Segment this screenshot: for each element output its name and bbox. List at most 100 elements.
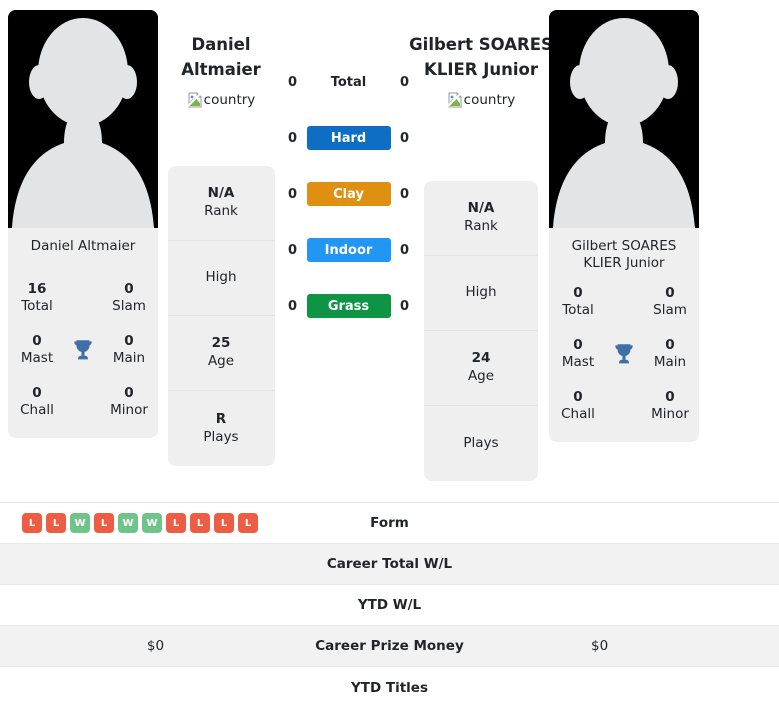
player-title-line2: KLIER Junior [424, 60, 538, 79]
form-badge-list: LLWLWWLLLL [22, 513, 258, 533]
player-photo-right [549, 10, 699, 228]
country-alt-text: country [463, 92, 516, 108]
surface-row-indoor: 0 Indoor 0 [276, 236, 421, 264]
career-prize-money-left: $0 [146, 638, 165, 654]
titles-chall-left: 0 Chall [8, 385, 66, 419]
surface-grass-right-value: 0 [399, 298, 410, 314]
surface-grass-left-value: 0 [287, 298, 298, 314]
form-badge-win: W [142, 513, 162, 533]
titles-chall-value: 0 [573, 389, 583, 406]
form-badge-win: W [70, 513, 90, 533]
stat-label-ytd-titles: YTD Titles [351, 679, 428, 696]
surface-hard-label[interactable]: Hard [306, 126, 391, 150]
titles-grid-left: 16 Total 0 Slam 0 Mast 0 Main 0 Chall 0 … [8, 272, 158, 438]
titles-mast-label: Mast [20, 350, 54, 366]
info-rank-value: N/A [207, 185, 235, 202]
surface-clay-label[interactable]: Clay [306, 182, 391, 206]
player-info-column-right: Gilbert SOARES KLIER Junior country N/A … [409, 10, 553, 481]
stat-label-form: Form [370, 515, 409, 531]
titles-main-left: 0 Main [100, 333, 158, 367]
titles-minor-label: Minor [651, 406, 689, 422]
titles-mast-right: 0 Mast [549, 337, 607, 371]
titles-mast-left: 0 Mast [8, 333, 66, 367]
country-alt-text: country [203, 92, 256, 108]
form-cell-left: LLWLWWLLLL [0, 513, 311, 533]
info-high-label: High [465, 284, 497, 301]
surface-indoor-left-value: 0 [287, 242, 298, 258]
surface-row-total: 0 Total 0 [276, 68, 421, 96]
form-badge-loss: L [190, 513, 210, 533]
titles-chall-label: Chall [20, 402, 54, 418]
info-row-age-right: 24 Age [424, 331, 538, 406]
table-row-career-prize-money: $0 Career Prize Money $0 [0, 626, 779, 667]
player-photo-left [8, 10, 158, 228]
titles-mast-value: 0 [32, 333, 42, 350]
titles-chall-value: 0 [32, 385, 42, 402]
surface-hard-left-value: 0 [287, 130, 298, 146]
info-age-value: 24 [471, 350, 491, 367]
surface-indoor-label[interactable]: Indoor [306, 238, 391, 262]
form-badge-loss: L [238, 513, 258, 533]
country-flag-right: country [446, 90, 516, 110]
titles-minor-label: Minor [110, 402, 148, 418]
info-rank-value: N/A [467, 200, 495, 217]
info-age-label: Age [207, 353, 235, 369]
info-row-high-left: High [167, 241, 275, 316]
info-row-plays-right: Plays [424, 406, 538, 481]
info-rank-label: Rank [464, 218, 498, 234]
table-row-ytd-wl: YTD W/L [0, 585, 779, 626]
info-plays-label: Plays [203, 428, 239, 445]
titles-minor-left: 0 Minor [100, 385, 158, 419]
info-row-rank-left: N/A Rank [167, 166, 275, 241]
info-row-plays-left: R Plays [168, 391, 275, 466]
player-info-card-left: N/A Rank High 25 Age R Plays [167, 166, 275, 466]
info-age-value: 25 [211, 335, 231, 352]
player-card-right[interactable]: Gilbert SOARES KLIER Junior 0 Total 0 Sl… [549, 10, 699, 442]
titles-main-label: Main [653, 354, 687, 370]
titles-main-value: 0 [665, 337, 675, 354]
titles-chall-right: 0 Chall [549, 389, 607, 423]
surface-hard-right-value: 0 [399, 130, 410, 146]
titles-total-value: 16 [27, 281, 47, 298]
titles-total-label: Total [562, 302, 594, 318]
stat-label-ytd-wl: YTD W/L [357, 597, 422, 613]
titles-slam-value: 0 [124, 281, 134, 298]
info-rank-label: Rank [204, 203, 238, 219]
surface-row-hard: 0 Hard 0 [276, 124, 421, 152]
table-row-career-total-wl: Career Total W/L [0, 544, 779, 585]
surface-total-left-value: 0 [287, 74, 298, 90]
stat-label-career-prize-money: Career Prize Money [315, 638, 464, 654]
surface-total-label: Total [330, 74, 367, 90]
player-silhouette-icon [8, 10, 158, 228]
titles-slam-label: Slam [653, 302, 687, 318]
player-card-left[interactable]: Daniel Altmaier 16 Total 0 Slam 0 Mast 0… [8, 10, 158, 438]
player-title-line1: Daniel [191, 35, 251, 54]
form-badge-loss: L [214, 513, 234, 533]
form-badge-loss: L [22, 513, 42, 533]
table-row-form: LLWLWWLLLL Form [0, 503, 779, 544]
titles-slam-value: 0 [665, 285, 675, 302]
titles-slam-left: 0 Slam [100, 281, 158, 315]
titles-main-value: 0 [124, 333, 134, 350]
surface-grass-label[interactable]: Grass [306, 294, 391, 318]
titles-grid-right: 0 Total 0 Slam 0 Mast 0 Main 0 Chall 0 M… [549, 276, 699, 442]
info-row-rank-right: N/A Rank [424, 181, 538, 256]
country-flag-left: country [186, 90, 256, 110]
player-title-left: Daniel Altmaier [151, 32, 291, 82]
table-row-ytd-titles: YTD Titles [0, 667, 779, 708]
player-title-line1: Gilbert SOARES [409, 35, 553, 54]
titles-mast-value: 0 [573, 337, 583, 354]
player-title-line2: Altmaier [181, 60, 261, 79]
player-name-right: Gilbert SOARES KLIER Junior [571, 238, 677, 271]
titles-total-label: Total [21, 298, 53, 314]
surface-comparison-column: 0 Total 0 0 Hard 0 0 Clay 0 0 Indoor 0 0 [276, 10, 421, 320]
titles-chall-label: Chall [561, 406, 595, 422]
titles-main-label: Main [112, 350, 146, 366]
info-age-label: Age [467, 368, 495, 384]
form-badge-loss: L [166, 513, 186, 533]
titles-total-left: 16 Total [8, 281, 66, 315]
trophy-icon [66, 337, 100, 363]
titles-mast-label: Mast [561, 354, 595, 370]
form-badge-loss: L [94, 513, 114, 533]
info-row-high-right: High [424, 256, 538, 331]
